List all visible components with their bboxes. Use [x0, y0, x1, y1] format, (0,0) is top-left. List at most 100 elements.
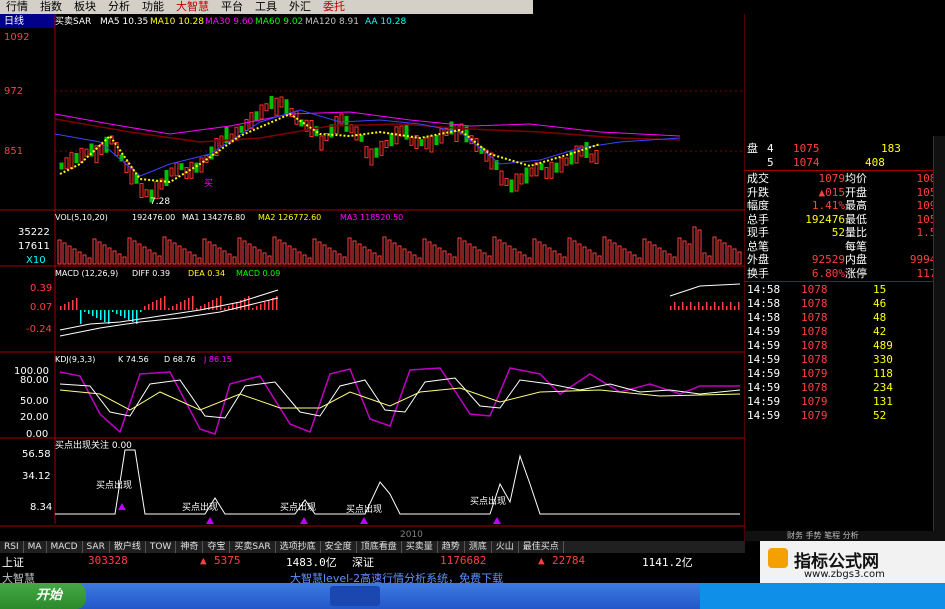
macd-bar [116, 310, 118, 314]
menu-item[interactable]: 大智慧 [170, 0, 215, 14]
macd-bar [702, 306, 704, 310]
macd-bar [710, 306, 712, 310]
menu-item[interactable]: 行情 [0, 0, 34, 14]
index-status-bar: 上证 303328 ▲ 5375 1483.0亿 深证 1176682 ▲ 22… [0, 553, 745, 569]
kdj-tick: 80.00 [20, 375, 49, 386]
macd-bar [224, 308, 226, 310]
macd-bar [734, 306, 736, 310]
menu-item[interactable]: 工具 [249, 0, 283, 14]
signal-name: 买点出现关注 0.00 [55, 439, 132, 451]
menu-item[interactable]: 功能 [136, 0, 170, 14]
candle [454, 124, 459, 142]
macd-bar [212, 300, 214, 310]
signal-tick: 34.12 [22, 471, 51, 482]
macd-bar [128, 310, 130, 320]
order-row: 盘 4 1075 183 [747, 142, 901, 155]
indicator-tab[interactable]: 神奇 [176, 541, 204, 553]
windows-taskbar: 开始 [0, 583, 945, 609]
taskbar-app-button[interactable] [330, 586, 380, 606]
indicator-tab[interactable]: RSI [0, 541, 24, 553]
trade-row: 14:59 1078 234 [747, 381, 893, 394]
indicator-tab[interactable]: TOW [146, 541, 177, 553]
menu-item[interactable]: 板块 [68, 0, 102, 14]
indicator-tab[interactable]: 买卖量 [402, 541, 438, 553]
vol-tick: 35222 [18, 227, 50, 238]
indicator-tab[interactable]: 选项抄底 [276, 541, 321, 553]
start-button[interactable]: 开始 [0, 583, 86, 609]
candle [264, 103, 269, 112]
menu-item[interactable]: 分析 [102, 0, 136, 14]
period-label[interactable]: 日线 [4, 14, 24, 27]
candle [424, 137, 429, 150]
indicator-tab[interactable]: MACD [47, 541, 83, 553]
candle [319, 135, 324, 151]
candle [509, 179, 514, 193]
indicator-tab[interactable]: MA [24, 541, 47, 553]
macd-bar [714, 302, 716, 310]
candle [409, 136, 414, 146]
indicator-tab[interactable]: 散户线 [110, 541, 146, 553]
news-ticker: 大智慧 大智慧level-2高速行情分析系统，免费下载 [0, 569, 745, 585]
quote-panel: 盘 4 1075 183 5 1074 408 成交 1079 均价 1080 升跌 ▲0… [745, 136, 945, 541]
candle [134, 173, 139, 184]
macd-value: MACD 0.09 [236, 269, 280, 278]
kdj-name: KDJ(9,3,3) [55, 355, 95, 364]
vol-name: VOL(5,10,20) [55, 213, 108, 222]
macd-bar [694, 306, 696, 310]
indicator-tab[interactable]: 趋势 [438, 541, 465, 553]
candle [539, 163, 544, 171]
macd-bar [92, 310, 94, 316]
vertical-scrollbar[interactable] [933, 136, 945, 531]
up-arrow-icon: ▲ [538, 554, 545, 567]
macd-bar [698, 302, 700, 310]
signal-label: 买点出现 [182, 501, 218, 513]
menu-item[interactable]: 指数 [34, 0, 68, 14]
right-tabs[interactable]: 财务 手势 笔程 分析 [745, 531, 945, 541]
kdj-d: D 68.76 [164, 355, 196, 364]
candle [339, 113, 344, 125]
macd-bar [172, 306, 174, 310]
stat-row: 幅度 1.41% 最高 1092 [747, 199, 943, 212]
candle [64, 157, 69, 170]
vol-ma3: MA3 118520.50 [340, 213, 403, 222]
macd-bar [124, 310, 126, 318]
menu-item[interactable]: 平台 [215, 0, 249, 14]
candle [254, 111, 259, 122]
candle [79, 147, 84, 163]
candle [589, 153, 594, 163]
indicator-tab[interactable]: 安全度 [321, 541, 357, 553]
macd-bar [718, 306, 720, 310]
candle [559, 157, 564, 173]
macd-bar [180, 302, 182, 310]
indicator-tab[interactable]: 顶底看盘 [357, 541, 402, 553]
candle [379, 140, 384, 156]
candle [554, 162, 559, 173]
macd-bar [674, 302, 676, 310]
candle [364, 146, 369, 159]
vol-ma2: MA2 126772.60 [258, 213, 321, 222]
candle [354, 126, 359, 141]
indicator-tab[interactable]: 买卖SAR [230, 541, 276, 553]
menu-item[interactable]: 外汇 [283, 0, 317, 14]
indicator-tab[interactable]: 测底 [465, 541, 492, 553]
candle [244, 119, 249, 131]
ma-name: 买卖SAR [55, 16, 91, 27]
indicator-tab[interactable]: 夺宝 [203, 541, 231, 553]
macd-bar [260, 304, 262, 310]
macd-bar [80, 310, 82, 324]
macd-bar [144, 306, 146, 310]
trade-row: 14:59 1079 52 [747, 409, 887, 422]
candle [69, 152, 74, 170]
indicator-tab[interactable]: SAR [83, 541, 110, 553]
trade-row: 14:59 1079 118 [747, 367, 893, 380]
macd-bar [72, 300, 74, 310]
kline-chart[interactable]: 日线 买卖SAR MA5 10.35 MA10 10.28 MA30 9.60 … [0, 14, 745, 541]
candle [584, 142, 589, 158]
indicator-tab[interactable]: 最佳买点 [519, 541, 564, 553]
candle [419, 139, 424, 147]
vol-value: 192476.00 [132, 213, 175, 222]
candle [129, 167, 134, 185]
menu-item[interactable]: 委托 [317, 0, 351, 14]
indicator-tab[interactable]: 火山 [492, 541, 519, 553]
candle [439, 128, 444, 144]
